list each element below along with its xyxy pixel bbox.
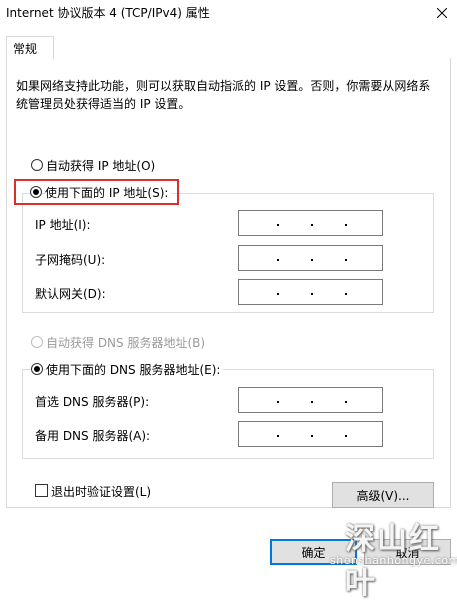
watermark-url: shenshanhongye.com — [330, 554, 457, 567]
preferred-dns-label: 首选 DNS 服务器(P): — [35, 395, 150, 409]
default-gateway-label: 默认网关(D): — [35, 287, 106, 301]
preferred-dns-input[interactable] — [238, 387, 383, 413]
subnet-mask-input[interactable] — [238, 245, 383, 271]
tab-general-label: 常规 — [13, 42, 38, 56]
manual-ip-label[interactable]: 使用下面的 IP 地址(S): — [45, 184, 172, 201]
auto-ip-radio[interactable] — [31, 159, 43, 171]
alternate-dns-label: 备用 DNS 服务器(A): — [35, 429, 151, 443]
ip-address-label: IP 地址(I): — [35, 218, 91, 232]
alternate-dns-input[interactable] — [238, 421, 383, 447]
tab-general[interactable]: 常规 — [6, 36, 54, 59]
close-button[interactable] — [426, 0, 457, 26]
window-title: Internet 协议版本 4 (TCP/IPv4) 属性 — [6, 6, 210, 20]
close-icon — [436, 8, 447, 18]
advanced-button[interactable]: 高级(V)... — [332, 482, 434, 508]
manual-ip-radio[interactable] — [30, 186, 42, 198]
auto-dns-radio[interactable] — [31, 336, 43, 348]
title-bar: Internet 协议版本 4 (TCP/IPv4) 属性 — [0, 0, 457, 26]
description-text: 如果网络支持此功能，则可以获取自动指派的 IP 设置。否则，你需要从网络系统管理… — [16, 79, 431, 111]
default-gateway-input[interactable] — [238, 279, 383, 305]
validate-checkbox[interactable] — [35, 484, 48, 497]
manual-dns-label[interactable]: 使用下面的 DNS 服务器地址(E): — [46, 361, 224, 378]
manual-dns-radio[interactable] — [31, 363, 43, 375]
subnet-mask-label: 子网掩码(U): — [35, 253, 106, 267]
auto-dns-label[interactable]: 自动获得 DNS 服务器地址(B) — [46, 334, 205, 351]
validate-checkbox-label[interactable]: 退出时验证设置(L) — [51, 483, 151, 500]
ok-button-label: 确定 — [301, 545, 326, 560]
advanced-button-label: 高级(V)... — [356, 488, 410, 503]
auto-ip-label[interactable]: 自动获得 IP 地址(O) — [46, 157, 159, 174]
ip-address-input[interactable] — [238, 210, 383, 236]
